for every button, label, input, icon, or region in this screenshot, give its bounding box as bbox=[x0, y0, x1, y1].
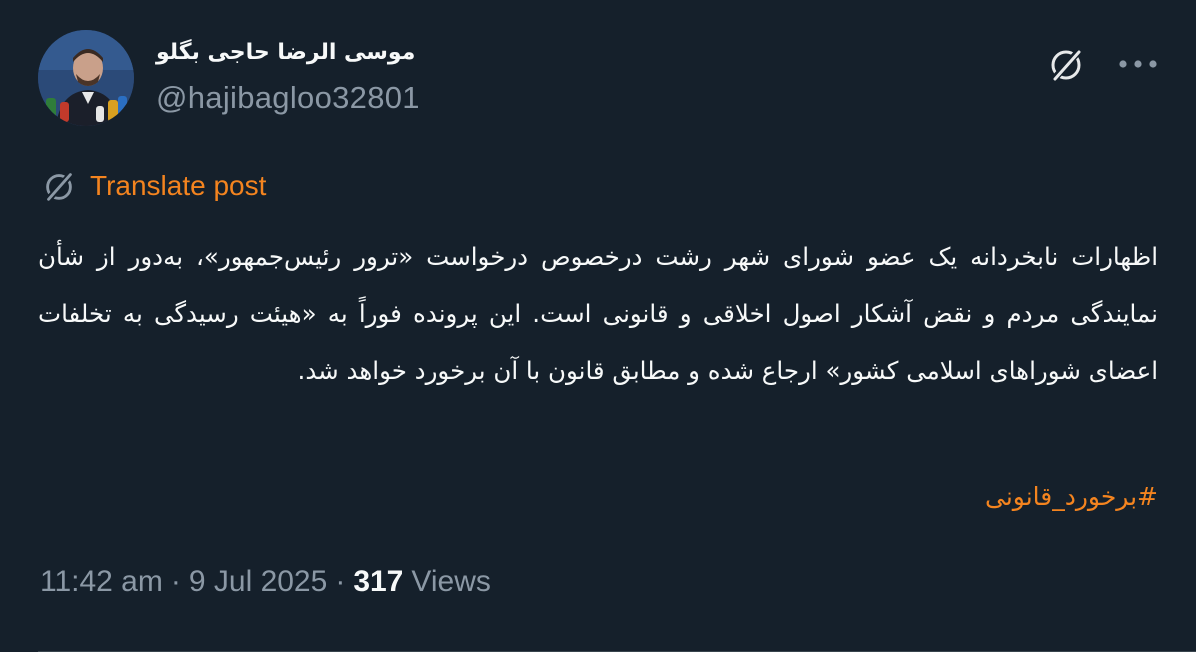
meta-separator: · bbox=[335, 565, 346, 598]
views-label[interactable]: Views bbox=[411, 562, 490, 602]
post-header: موسی الرضا حاجی بگلو @hajibagloo32801 bbox=[38, 30, 1158, 126]
more-horizontal-icon[interactable] bbox=[1118, 54, 1158, 74]
hashtag-link[interactable]: #برخورد_قانونی bbox=[985, 482, 1158, 511]
post-detail: موسی الرضا حاجی بگلو @hajibagloo32801 Tr… bbox=[0, 0, 1196, 652]
avatar[interactable] bbox=[38, 30, 134, 126]
author-handle[interactable]: @hajibagloo32801 bbox=[156, 80, 420, 116]
views-count[interactable]: 317 bbox=[353, 562, 403, 602]
translate-post-link[interactable]: Translate post bbox=[90, 166, 266, 206]
post-date[interactable]: 9 Jul 2025 bbox=[189, 562, 327, 602]
hashtag-line: #برخورد_قانونی bbox=[985, 472, 1158, 522]
author-display-name[interactable]: موسی الرضا حاجی بگلو bbox=[156, 38, 420, 68]
header-actions bbox=[1044, 42, 1158, 86]
translate-post[interactable]: Translate post bbox=[40, 166, 266, 206]
post-meta: 11:42 am · 9 Jul 2025 · 317 Views bbox=[40, 562, 491, 602]
post-time[interactable]: 11:42 am bbox=[40, 562, 163, 602]
meta-separator: · bbox=[170, 565, 181, 598]
grok-translate-icon bbox=[40, 167, 78, 205]
post-text: اظهارات نابخردانه یک عضو شورای شهر رشت د… bbox=[38, 242, 1158, 385]
author-block: موسی الرضا حاجی بگلو @hajibagloo32801 bbox=[156, 38, 420, 116]
avatar-image bbox=[38, 30, 134, 126]
grok-icon[interactable] bbox=[1044, 42, 1088, 86]
